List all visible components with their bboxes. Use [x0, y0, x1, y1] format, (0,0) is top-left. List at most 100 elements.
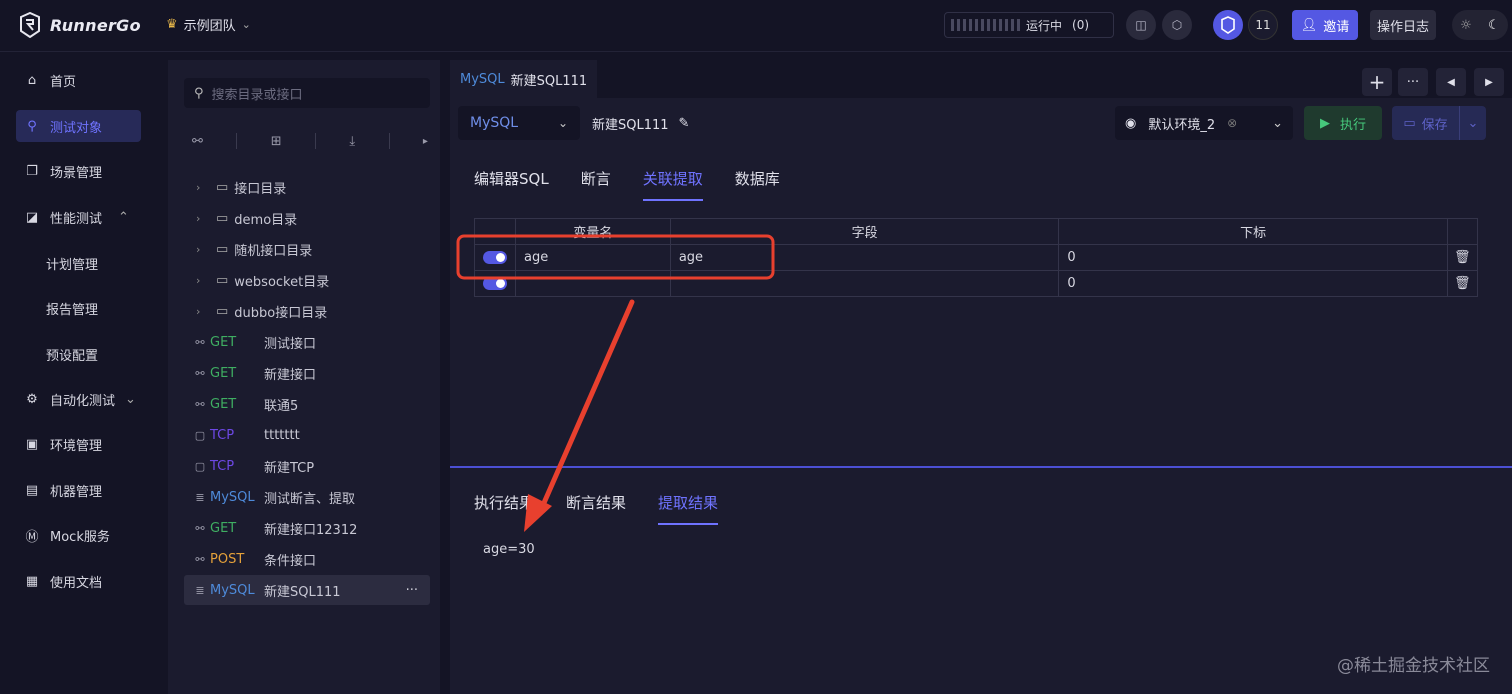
sidebar-item-plan[interactable]: 计划管理 — [16, 247, 141, 279]
delete-icon[interactable]: 🗑︎ — [1446, 244, 1479, 271]
method-label: MySQL — [210, 489, 255, 505]
tab-bar: MySQL 新建SQL111 + ··· ◀ ▶ — [450, 60, 1512, 98]
save-dropdown[interactable]: ⌄ — [1460, 116, 1486, 131]
tree-api-item-selected[interactable]: ≣ MySQL 新建SQL111 ··· — [184, 575, 430, 605]
logo-text: RunnerGo — [50, 15, 141, 35]
sidebar-item-docs[interactable]: ▦ 使用文档 — [16, 565, 141, 597]
machine-icon: ▤ — [25, 482, 39, 498]
folder-name: websocket目录 — [234, 274, 330, 290]
tab-sql[interactable]: MySQL 新建SQL111 — [450, 60, 598, 98]
sidebar-item-report[interactable]: 报告管理 — [16, 292, 141, 324]
column-header-action — [1446, 218, 1479, 245]
more-tools-icon[interactable]: ▸ — [423, 136, 428, 147]
row-toggle-cell — [474, 244, 516, 271]
tree-folder[interactable]: › ▭ 接口目录 — [184, 172, 430, 202]
more-icon[interactable]: ··· — [406, 583, 418, 598]
delete-icon[interactable]: 🗑︎ — [1446, 270, 1479, 297]
method-label: TCP — [210, 427, 235, 443]
method-label: TCP — [210, 458, 235, 474]
tab-extract-result[interactable]: 提取结果 — [658, 492, 719, 525]
tree-folder[interactable]: › ▭ websocket目录 — [184, 265, 430, 295]
enable-toggle[interactable] — [483, 277, 507, 290]
tree-api-item[interactable]: ⚯ GET 测试接口 — [184, 327, 430, 357]
running-status[interactable]: 运行中 (0) — [944, 12, 1114, 38]
logo[interactable]: RunnerGo — [18, 12, 141, 38]
tree-api-item[interactable]: ⚯ POST 条件接口 — [184, 544, 430, 574]
request-content: 编辑器SQL 断言 关联提取 数据库 变量名 字段 下标 age age 0 🗑… — [450, 148, 1512, 466]
operation-log-button[interactable]: 操作日志 — [1370, 10, 1436, 40]
row-toggle-cell — [474, 270, 516, 297]
field-cell[interactable] — [669, 270, 1060, 297]
tree-folder[interactable]: › ▭ dubbo接口目录 — [184, 296, 430, 326]
add-api-icon[interactable]: ⚯ — [192, 134, 203, 149]
field-cell[interactable]: age — [669, 244, 1060, 271]
tree-api-item[interactable]: ⚯ GET 联通5 — [184, 389, 430, 419]
sidebar-item-automation[interactable]: ⚙ 自动化测试 ⌄ — [16, 383, 141, 415]
edit-icon[interactable]: ✎ — [679, 116, 690, 131]
tab-extraction[interactable]: 关联提取 — [642, 168, 703, 201]
execute-button[interactable]: ▶ 执行 — [1304, 106, 1382, 140]
sidebar-item-test-object[interactable]: ⚲ 测试对象 — [16, 110, 141, 142]
tab-assert-result[interactable]: 断言结果 — [566, 492, 626, 525]
var-cell[interactable] — [514, 270, 671, 297]
tree-api-item[interactable]: ⚯ GET 新建接口12312 — [184, 513, 430, 543]
tree-folder[interactable]: › ▭ 随机接口目录 — [184, 234, 430, 264]
tree-api-item[interactable]: ⚯ GET 新建接口 — [184, 358, 430, 388]
save-button[interactable]: ▭ 保存 — [1392, 106, 1460, 140]
index-cell[interactable]: 0 — [1058, 270, 1448, 297]
chevron-down-icon: ⌄ — [241, 18, 251, 31]
api-name: 新建SQL111 — [264, 584, 341, 600]
sidebar-item-home[interactable]: ⌂ 首页 — [16, 64, 141, 96]
sidebar-item-scene[interactable]: ❐ 场景管理 — [16, 155, 141, 187]
cube-icon[interactable]: ⬡ — [1162, 10, 1192, 40]
add-tab-icon[interactable]: + — [1362, 68, 1392, 96]
panel-icon[interactable]: ◫ — [1126, 10, 1156, 40]
tree-api-item[interactable]: ▢ TCP ttttttt — [184, 420, 430, 450]
prev-tab-icon[interactable]: ◀ — [1436, 68, 1466, 96]
sidebar-item-performance[interactable]: ◪ 性能测试 ⌃ — [16, 201, 141, 233]
more-tabs-icon[interactable]: ··· — [1398, 68, 1428, 96]
eye-icon[interactable]: ◉ — [1125, 116, 1136, 131]
tree-folder[interactable]: › ▭ demo目录 — [184, 203, 430, 233]
method-label: GET — [210, 334, 237, 350]
environment-select[interactable]: ◉ 默认环境_2 ⊗ ⌄ — [1115, 106, 1293, 140]
clear-icon[interactable]: ⊗ — [1227, 116, 1237, 130]
team-switcher[interactable]: ♛ 示例团队 ⌄ — [166, 15, 251, 34]
chevron-right-icon: › — [196, 180, 201, 194]
theme-toggle[interactable]: ☼ ☾ — [1452, 10, 1508, 40]
tree-api-item[interactable]: ▢ TCP 新建TCP — [184, 451, 430, 481]
sidebar-item-label: 首页 — [50, 74, 77, 90]
invite-button[interactable]: 👤︎ 邀请 — [1292, 10, 1358, 40]
tab-database[interactable]: 数据库 — [735, 168, 780, 201]
method-label: MySQL — [210, 582, 255, 598]
sidebar-item-label: 性能测试 — [50, 211, 103, 227]
tree-search[interactable]: ⚲ 搜索目录或接口 — [184, 78, 430, 108]
add-folder-icon[interactable]: ⊞ — [271, 134, 282, 149]
chevron-right-icon: › — [196, 211, 201, 225]
index-cell[interactable]: 0 — [1058, 244, 1448, 271]
api-name: ttttttt — [264, 427, 300, 443]
next-tab-icon[interactable]: ▶ — [1474, 68, 1504, 96]
tab-exec-result[interactable]: 执行结果 — [474, 492, 534, 525]
tab-assertion[interactable]: 断言 — [581, 168, 611, 201]
link-icon: ⚯ — [195, 397, 205, 411]
sidebar-item-mock[interactable]: Ⓜ Mock服务 — [16, 519, 141, 551]
tab-editor-sql[interactable]: 编辑器SQL — [474, 168, 549, 201]
avatar[interactable] — [1213, 10, 1243, 40]
folder-name: dubbo接口目录 — [234, 305, 328, 321]
sidebar-item-machine[interactable]: ▤ 机器管理 — [16, 474, 141, 506]
request-name[interactable]: 新建SQL111 ✎ — [592, 114, 689, 133]
link-icon: ⚯ — [195, 335, 205, 349]
scene-icon: ❐ — [26, 163, 38, 179]
tree-api-item[interactable]: ≣ MySQL 测试断言、提取 — [184, 482, 430, 512]
import-icon[interactable]: ⤓ — [349, 134, 355, 149]
sidebar-item-environment[interactable]: ▣ 环境管理 — [16, 428, 141, 460]
db-type-select[interactable]: MySQL ⌄ — [458, 106, 580, 140]
sidebar-item-preset[interactable]: 预设配置 — [16, 338, 141, 370]
member-count[interactable]: 11 — [1248, 10, 1278, 40]
method-label: GET — [210, 365, 237, 381]
chevron-up-icon: ⌃ — [118, 209, 129, 225]
enable-toggle[interactable] — [483, 251, 507, 264]
running-label: 运行中 — [1026, 18, 1063, 33]
var-cell[interactable]: age — [514, 244, 671, 271]
